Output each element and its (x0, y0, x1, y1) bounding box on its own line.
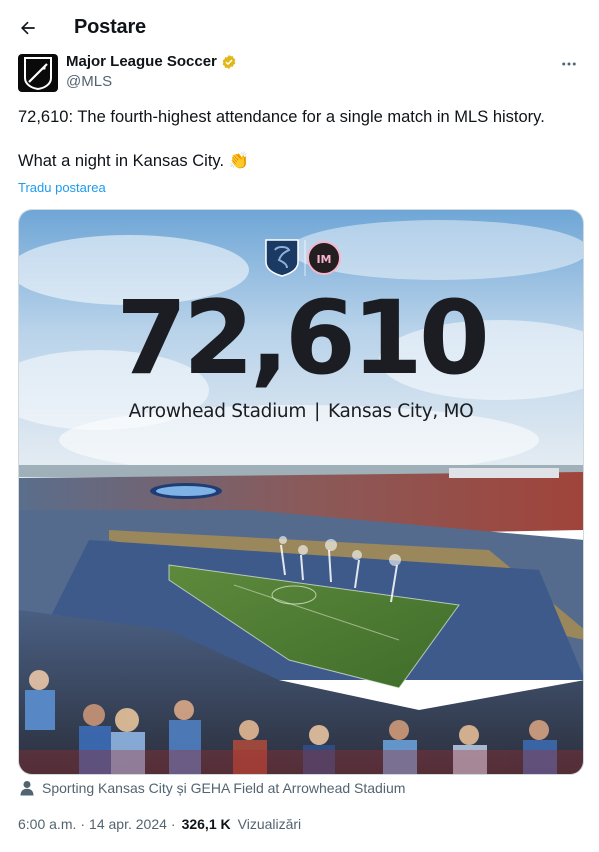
stadium-name: Arrowhead Stadium (128, 401, 307, 422)
page-title: Postare (74, 16, 146, 38)
back-button[interactable] (12, 12, 44, 44)
author-row: Major League Soccer @MLS (18, 52, 583, 92)
city-name: Kansas City, MO (328, 401, 474, 422)
more-horizontal-icon (562, 62, 576, 66)
venue-separator: | (314, 401, 321, 422)
author-name[interactable]: Major League Soccer (66, 53, 217, 70)
views-count[interactable]: 326,1 K (182, 816, 231, 832)
meta-dot: · (80, 816, 86, 832)
caption-text[interactable]: Sporting Kansas City și GEHA Field at Ar… (42, 780, 405, 796)
mls-logo-icon (24, 57, 52, 90)
tweet-line-1: 72,610: The fourth-highest attendance fo… (18, 108, 545, 126)
tweet-line-2: What a night in Kansas City. 👏 (18, 152, 250, 170)
more-options-button[interactable] (557, 52, 581, 76)
author-handle[interactable]: @MLS (66, 73, 112, 90)
venue-line: Arrowhead Stadium | Kansas City, MO (19, 401, 583, 422)
tweet-time[interactable]: 6:00 a.m. (18, 816, 76, 832)
views-label[interactable]: Vizualizări (238, 816, 302, 832)
attendance-number: 72,610 (116, 279, 490, 398)
arrow-left-icon (21, 21, 35, 35)
tweet-date[interactable]: 14 apr. 2024 (89, 816, 167, 832)
verified-badge-icon (222, 54, 236, 69)
translate-link[interactable]: Tradu postarea (18, 180, 106, 195)
tweet-text: 72,610: The fourth-highest attendance fo… (18, 106, 583, 172)
tweet-meta: 6:00 a.m. · 14 apr. 2024 · 326,1 K Vizua… (18, 816, 301, 832)
author-name-group[interactable]: Major League Soccer (66, 53, 237, 70)
top-bar: Postare (0, 0, 599, 56)
avatar[interactable] (18, 54, 58, 92)
image-caption[interactable]: Sporting Kansas City și GEHA Field at Ar… (20, 780, 405, 796)
meta-dot: · (170, 816, 176, 832)
tweet-image[interactable]: IM 72,610 Arrowhead Stadium | Kansas City,… (18, 209, 584, 775)
person-tag-icon (20, 781, 34, 796)
